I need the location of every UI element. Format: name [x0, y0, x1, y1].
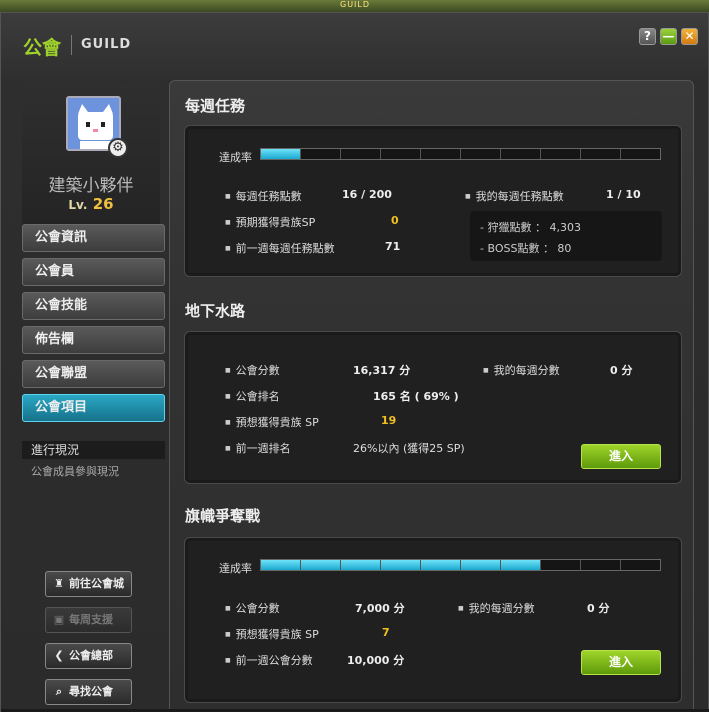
progress-segment [261, 560, 301, 570]
flag-progress-label: 達成率 [219, 562, 252, 575]
progress-segment [421, 560, 461, 570]
castle-icon: ♜ [54, 577, 64, 590]
progress-segment [341, 560, 381, 570]
guild-hq-label: 公會總部 [69, 649, 113, 662]
progress-segment [301, 149, 341, 159]
flag-last-week-value: 10,000 分 [347, 654, 405, 667]
progress-segment [381, 560, 421, 570]
flag-expected-sp-label: 預想獲得貴族 SP [225, 626, 319, 642]
menu-guild-info[interactable]: 公會資訊 [22, 224, 165, 252]
progress-segment [581, 149, 621, 159]
minimize-button[interactable]: — [660, 28, 677, 45]
weekly-points-label: 每週任務點數 [225, 188, 302, 204]
guild-top-tag: GUILD [340, 0, 371, 9]
window-title-en: GUILD [81, 37, 132, 52]
gear-icon[interactable]: ⚙ [108, 138, 128, 158]
flag-expected-sp-value: 7 [382, 626, 390, 639]
find-guild-label: 尋找公會 [69, 685, 113, 698]
progress-segment [501, 560, 541, 570]
guild-level: Lv. 26 [22, 195, 160, 213]
title-divider [71, 35, 72, 55]
sewer-score-value: 16,317 分 [353, 364, 411, 377]
my-weekly-points-label: 我的每週任務點數 [465, 188, 564, 204]
weekly-support-label: 每周支援 [69, 613, 113, 626]
weekly-expected-sp-label: 預期獲得貴族SP [225, 214, 316, 230]
help-button[interactable]: ? [639, 28, 656, 45]
weekly-last-week-label: 前一週每週任務點數 [225, 240, 335, 256]
flag-race-panel: 達成率 公會分數 7,000 分 我的每週分數 0 分 預想獲得貴族 SP 7 … [184, 537, 682, 703]
progress-segment [341, 149, 381, 159]
progress-segment [381, 149, 421, 159]
weekly-support-button[interactable]: ▣ 每周支援 [45, 607, 132, 633]
sewer-last-week-label: 前一週排名 [225, 440, 291, 456]
flag-score-value: 7,000 分 [355, 602, 405, 615]
flag-progress-bar [260, 559, 661, 571]
go-guild-castle-button[interactable]: ♜ 前往公會城 [45, 571, 132, 597]
menu-guild-members[interactable]: 公會員 [22, 258, 165, 286]
back-arrow-icon: ❮ [54, 649, 64, 662]
hunting-points: - 狩獵點數 ： 4,303 [480, 221, 581, 234]
sewer-score-label: 公會分數 [225, 362, 280, 378]
progress-segment [581, 560, 621, 570]
progress-segment [301, 560, 341, 570]
flag-score-label: 公會分數 [225, 600, 280, 616]
progress-segment [461, 149, 501, 159]
game-top-strip: GUILD [0, 0, 709, 12]
flag-race-title: 旗幟爭奪戰 [185, 507, 261, 525]
progress-segment [541, 560, 581, 570]
weekly-points-value: 16 / 200 [342, 188, 392, 201]
menu-guild-alliance[interactable]: 公會聯盟 [22, 360, 165, 388]
weekly-last-week-value: 71 [385, 240, 401, 253]
sewer-rank-label: 公會排名 [225, 388, 280, 404]
flag-last-week-label: 前一週公會分數 [225, 652, 313, 668]
boss-points: - BOSS點數 ： 80 [480, 242, 572, 255]
menu-guild-projects[interactable]: 公會項目 [22, 394, 165, 422]
go-guild-castle-label: 前往公會城 [69, 577, 124, 590]
progress-segment [621, 149, 660, 159]
level-prefix: Lv. [68, 198, 88, 212]
sewer-rank-value: 165 名 ( 69% ) [373, 390, 459, 403]
sewer-expected-sp-value: 19 [381, 414, 397, 427]
sewer-panel: 公會分數 16,317 分 我的每週分數 0 分 公會排名 165 名 ( 69… [184, 331, 682, 484]
weekly-mission-title: 每週任務 [185, 97, 246, 115]
search-icon: ⌕ [55, 685, 63, 698]
weekly-points-breakdown: - 狩獵點數 ： 4,303 - BOSS點數 ： 80 [470, 211, 662, 261]
window-title: 公會 [23, 37, 62, 59]
flag-enter-button[interactable]: 進入 [581, 650, 661, 675]
weekly-progress-bar [260, 148, 661, 160]
sewer-title: 地下水路 [185, 302, 246, 320]
find-guild-button[interactable]: ⌕ 尋找公會 [45, 679, 132, 705]
menu-guild-skills[interactable]: 公會技能 [22, 292, 165, 320]
flag-my-score-label: 我的每週分數 [458, 600, 535, 616]
level-value: 26 [92, 195, 114, 213]
progress-segment [461, 560, 501, 570]
box-icon: ▣ [53, 613, 65, 626]
my-weekly-points-value: 1 / 10 [606, 188, 641, 201]
close-button[interactable]: ✕ [681, 28, 698, 45]
sewer-enter-button[interactable]: 進入 [581, 444, 661, 469]
submenu-member-participation[interactable]: 公會成員參與現況 [31, 463, 119, 479]
weekly-progress-label: 達成率 [219, 151, 252, 164]
flag-my-score-value: 0 分 [587, 602, 610, 615]
guild-window: 公會 GUILD ? — ✕ ⚙ 建築小夥伴 Lv. 26 公會資訊 公會員 公… [0, 12, 709, 712]
progress-segment [621, 560, 660, 570]
menu-notice-board[interactable]: 佈告欄 [22, 326, 165, 354]
sewer-last-week-value: 26%以內 (獲得25 SP) [353, 442, 465, 455]
progress-segment [421, 149, 461, 159]
sewer-expected-sp-label: 預想獲得貴族 SP [225, 414, 319, 430]
sewer-my-score-value: 0 分 [610, 364, 633, 377]
guild-name: 建築小夥伴 [48, 176, 134, 196]
sewer-my-score-label: 我的每週分數 [483, 362, 560, 378]
weekly-expected-sp-value: 0 [391, 214, 399, 227]
progress-segment [261, 149, 301, 159]
guild-hq-button[interactable]: ❮ 公會總部 [45, 643, 132, 669]
progress-segment [541, 149, 581, 159]
progress-segment [501, 149, 541, 159]
submenu-progress-header[interactable]: 進行現況 [22, 441, 165, 459]
guild-projects-panel: 每週任務 達成率 每週任務點數 16 / 200 我的每週任務點數 1 / 10… [169, 80, 694, 712]
weekly-mission-panel: 達成率 每週任務點數 16 / 200 我的每週任務點數 1 / 10 預期獲得… [184, 125, 682, 277]
guild-profile-card: ⚙ 建築小夥伴 Lv. 26 [22, 83, 160, 228]
